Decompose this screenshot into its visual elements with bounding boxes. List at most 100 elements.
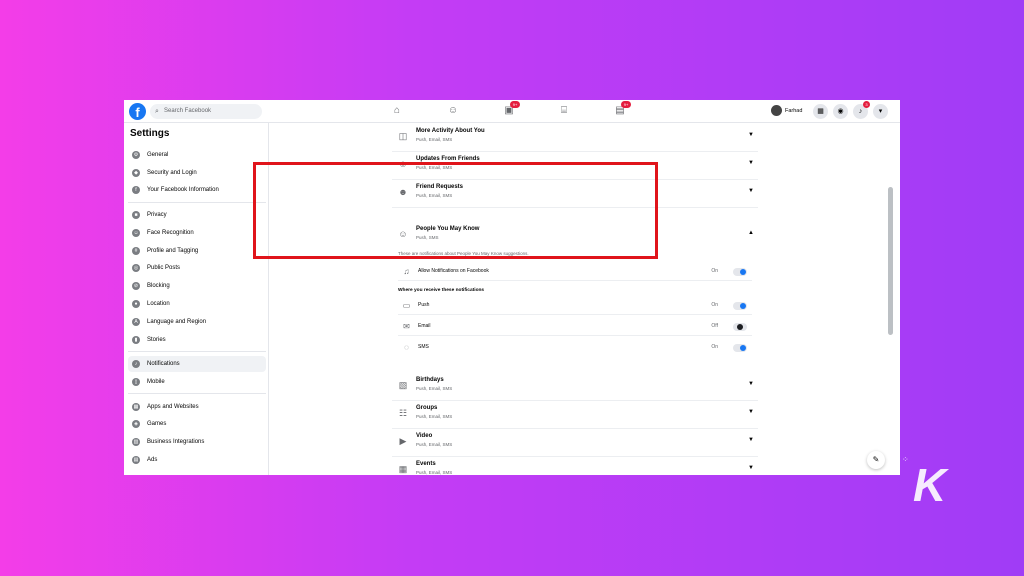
sms-toggle[interactable]: [733, 344, 747, 352]
allow-notifications-toggle[interactable]: [733, 268, 747, 276]
chevron-down-icon[interactable]: ▼: [748, 409, 754, 415]
search-icon: ⌕: [155, 108, 159, 115]
home-icon[interactable]: ⌂: [391, 105, 403, 117]
notification-category-row[interactable]: ▶ Video Push, Email, SMS ▼: [392, 431, 758, 457]
search-input[interactable]: ⌕ Search Facebook: [150, 104, 262, 119]
account-dropdown-icon[interactable]: ▾: [873, 104, 888, 119]
facebook-logo[interactable]: f: [129, 103, 146, 120]
notification-badge: 3: [863, 101, 870, 108]
mobile-icon: ▯: [132, 378, 140, 386]
messenger-icon[interactable]: ◉: [833, 104, 848, 119]
mail-icon: ✉: [403, 322, 410, 331]
gift-icon: ▧: [398, 380, 408, 390]
marketplace-icon[interactable]: ⌸: [558, 105, 570, 117]
menu-grid-icon[interactable]: ▦: [813, 104, 828, 119]
block-icon: ⊘: [132, 282, 140, 290]
sidebar-item-mobile[interactable]: ▯ Mobile: [128, 374, 266, 390]
notification-category-row[interactable]: ▦ Events Push, Email, SMS ▼: [392, 459, 758, 475]
sidebar-item-label: Profile and Tagging: [147, 248, 199, 254]
sidebar-item-games[interactable]: ◈ Games: [128, 416, 266, 432]
lock-icon: ■: [132, 211, 140, 219]
push-toggle[interactable]: [733, 302, 747, 310]
category-title: Groups: [416, 405, 438, 411]
scrollbar-thumb[interactable]: [888, 187, 893, 335]
watch-icon[interactable]: ▣ 9+: [503, 101, 520, 117]
search-placeholder: Search Facebook: [164, 108, 212, 114]
notification-category-row[interactable]: ☷ Groups Push, Email, SMS ▼: [392, 403, 758, 429]
sidebar-item-profile-tagging[interactable]: # Profile and Tagging: [128, 243, 266, 259]
groups-icon[interactable]: ▤ 9+: [614, 101, 631, 117]
bell-icon: ♪: [132, 360, 140, 368]
sidebar-item-location[interactable]: ● Location: [128, 296, 266, 312]
category-channels: Push, Email, SMS: [416, 386, 453, 391]
chevron-down-icon[interactable]: ▼: [748, 381, 754, 387]
category-channels: Push, Email, SMS: [416, 414, 453, 419]
ads-icon: ▤: [132, 456, 140, 464]
new-message-button[interactable]: ✎: [867, 451, 885, 469]
category-title: Events: [416, 461, 436, 467]
chevron-up-icon[interactable]: ▲: [748, 230, 754, 236]
category-title: Birthdays: [416, 377, 444, 383]
chat-bubble-icon: ◌: [404, 343, 409, 352]
sidebar-item-notifications[interactable]: ♪ Notifications: [128, 356, 266, 372]
sidebar-title: Settings: [130, 128, 170, 139]
business-icon: ▥: [132, 438, 140, 446]
bell-icon[interactable]: ♪ 3: [853, 101, 870, 119]
sidebar-item-stories[interactable]: ▮ Stories: [128, 332, 266, 348]
sidebar-item-facebook-information[interactable]: f Your Facebook Information: [128, 182, 266, 198]
channel-label: Email: [418, 323, 431, 329]
sidebar-item-label: Blocking: [147, 283, 170, 289]
groups-icon: ☷: [398, 408, 408, 418]
sidebar-item-apps-websites[interactable]: ▦ Apps and Websites: [128, 399, 266, 415]
sidebar-item-language-region[interactable]: A Language and Region: [128, 314, 266, 330]
sidebar-item-label: Ads: [147, 457, 158, 463]
email-toggle[interactable]: [733, 323, 747, 331]
profile-name: Farhad: [785, 108, 803, 114]
sidebar-item-label: Business Integrations: [147, 439, 205, 445]
sidebar-item-privacy[interactable]: ■ Privacy: [128, 207, 266, 223]
notification-category-row[interactable]: ◫ More Activity About You Push, Email, S…: [392, 126, 758, 152]
allow-notifications-label: Allow Notifications on Facebook: [418, 268, 489, 274]
video-icon: ▶: [399, 436, 407, 446]
sidebar-item-general[interactable]: ⚙ General: [128, 147, 266, 163]
sidebar-divider: [128, 351, 266, 352]
notification-category-row[interactable]: ▧ Birthdays Push, Email, SMS ▼: [392, 375, 758, 401]
facebook-icon: f: [132, 186, 140, 194]
top-navigation-bar: f ⌕ Search Facebook ⌂ ☺ ▣ 9+ ⌸ ▤ 9+ Farh…: [124, 100, 900, 123]
activity-icon: ◫: [398, 131, 408, 141]
allow-notifications-row[interactable]: ♫ Allow Notifications on Facebook On: [398, 263, 752, 281]
toggle-state: On: [711, 344, 718, 350]
sidebar-item-face-recognition[interactable]: ☺ Face Recognition: [128, 225, 266, 241]
category-channels: Push, Email, SMS: [416, 442, 453, 447]
sidebar-item-security[interactable]: ◆ Security and Login: [128, 165, 266, 181]
toggle-state: On: [711, 268, 718, 274]
chevron-down-icon[interactable]: ▼: [748, 132, 754, 138]
avatar: [771, 105, 782, 117]
calendar-icon: ▦: [398, 464, 408, 474]
sidebar-divider: [128, 202, 266, 203]
edit-icon: ✎: [872, 455, 880, 464]
chevron-down-icon[interactable]: ▼: [748, 160, 754, 166]
profile-chip[interactable]: Farhad: [771, 105, 802, 118]
chevron-down-icon[interactable]: ▼: [748, 188, 754, 194]
category-channels: Push, Email, SMS: [416, 470, 453, 475]
sidebar-item-label: Apps and Websites: [147, 404, 199, 410]
sidebar-item-blocking[interactable]: ⊘ Blocking: [128, 278, 266, 294]
sidebar-item-public-posts[interactable]: ◎ Public Posts: [128, 260, 266, 276]
sidebar-item-label: General: [147, 152, 169, 158]
sms-channel-row[interactable]: ◌ SMS On: [398, 339, 752, 357]
sidebar-item-label: Face Recognition: [147, 230, 194, 236]
email-channel-row[interactable]: ✉ Email Off: [398, 318, 752, 336]
friends-icon[interactable]: ☺: [447, 105, 459, 117]
sidebar-item-label: Security and Login: [147, 170, 197, 176]
chevron-down-icon[interactable]: ▼: [748, 437, 754, 443]
sidebar-item-business-integrations[interactable]: ▥ Business Integrations: [128, 434, 266, 450]
watermark-logo: K: [913, 459, 947, 511]
push-channel-row[interactable]: ▭ Push On: [398, 297, 752, 315]
games-icon: ◈: [132, 420, 140, 428]
channel-label: Push: [418, 302, 430, 308]
chevron-down-icon[interactable]: ▼: [748, 465, 754, 471]
sidebar-item-ads[interactable]: ▤ Ads: [128, 452, 266, 468]
category-title: More Activity About You: [416, 128, 485, 134]
watch-badge: 9+: [510, 101, 520, 108]
